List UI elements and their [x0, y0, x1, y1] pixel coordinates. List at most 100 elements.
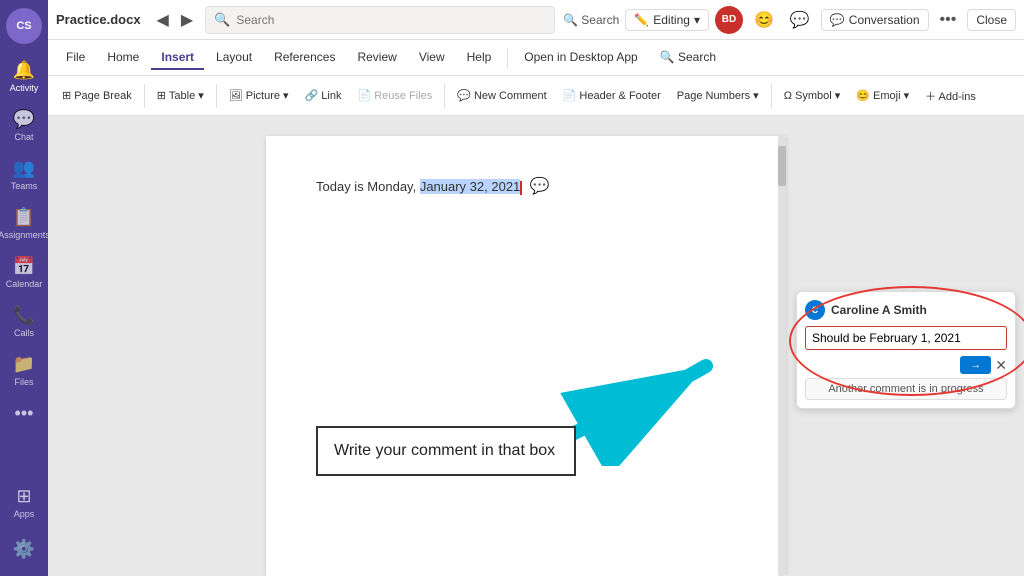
- reuse-files-button[interactable]: 📄 Reuse Files: [351, 85, 438, 106]
- search-input[interactable]: [236, 13, 546, 27]
- new-comment-button[interactable]: 💬 New Comment: [451, 85, 552, 106]
- document-text: Today is Monday, January 32, 2021 💬: [316, 176, 736, 196]
- sidebar-bottom: ⊞ Apps ⚙️: [0, 478, 48, 576]
- tab-review-label: Review: [357, 50, 396, 64]
- sidebar-item-assignments[interactable]: 📋 Assignments: [0, 199, 48, 248]
- annotation-box: Write your comment in that box: [316, 426, 576, 476]
- chat-icon: 💬: [13, 109, 35, 130]
- tab-help-label: Help: [467, 50, 492, 64]
- comment-anchor-icon[interactable]: 💬: [530, 178, 550, 195]
- forward-button[interactable]: ▶: [177, 8, 197, 32]
- comment-actions: → ✕: [805, 356, 1007, 374]
- comment-user: C Caroline A Smith: [805, 300, 1007, 320]
- comment-progress-text: Another comment is in progress: [828, 383, 983, 395]
- sidebar: CS 🔔 Activity 💬 Chat 👥 Teams 📋 Assignmen…: [0, 0, 48, 576]
- topbar: Practice.docx ◀ ▶ 🔍 🔍 Search ✏️ Editing …: [48, 0, 1024, 40]
- tab-file[interactable]: File: [56, 46, 95, 70]
- editing-button[interactable]: ✏️ Editing ▾: [625, 9, 709, 31]
- sidebar-item-label: Chat: [14, 132, 33, 142]
- sidebar-item-teams[interactable]: 👥 Teams: [0, 150, 48, 199]
- header-footer-label: Header & Footer: [579, 90, 660, 102]
- sidebar-item-calendar[interactable]: 📅 Calendar: [0, 248, 48, 297]
- tab-review[interactable]: Review: [347, 46, 406, 70]
- tab-layout[interactable]: Layout: [206, 46, 262, 70]
- search-label[interactable]: 🔍 Search: [563, 13, 619, 27]
- sidebar-item-files[interactable]: 📁 Files: [0, 346, 48, 395]
- comment-input[interactable]: [805, 326, 1007, 350]
- avatar[interactable]: CS: [6, 8, 42, 44]
- symbol-button[interactable]: Ω Symbol ▾: [778, 85, 847, 106]
- conversation-label: Conversation: [849, 13, 920, 27]
- reactions-icon: 😊: [754, 12, 774, 29]
- nav-buttons: ◀ ▶: [153, 8, 198, 32]
- chevron-down-icon: ▾: [694, 13, 700, 27]
- tab-help[interactable]: Help: [457, 46, 502, 70]
- close-label: Close: [976, 13, 1007, 27]
- document-page: Today is Monday, January 32, 2021 💬 C Ca…: [266, 136, 786, 576]
- sidebar-item-apps[interactable]: ⊞ Apps: [0, 478, 48, 527]
- back-button[interactable]: ◀: [153, 8, 173, 32]
- document-title: Practice.docx: [56, 12, 141, 27]
- sidebar-item-label: Calls: [14, 328, 34, 338]
- link-button[interactable]: 🔗 Link: [299, 85, 348, 106]
- ribbon-toolbar: ⊞ Page Break ⊞ Table ▾ 🖼 Picture ▾ 🔗 Lin…: [48, 76, 1024, 116]
- more-icon: •••: [940, 11, 957, 28]
- sidebar-item-settings[interactable]: ⚙️: [0, 531, 48, 568]
- comment-send-button[interactable]: →: [960, 356, 991, 374]
- more-options-button[interactable]: •••: [935, 9, 962, 31]
- apps-icon: ⊞: [16, 486, 31, 507]
- picture-button[interactable]: 🖼 Picture ▾: [223, 85, 295, 106]
- page-break-button[interactable]: ⊞ Page Break: [56, 85, 138, 106]
- ribbon-tabs: File Home Insert Layout References Revie…: [48, 40, 1024, 76]
- conversation-icon: 💬: [830, 13, 845, 27]
- scrollbar-thumb[interactable]: [778, 146, 786, 186]
- tab-view-label: View: [419, 50, 445, 64]
- calendar-icon: 📅: [13, 256, 35, 277]
- tab-file-label: File: [66, 50, 85, 64]
- editing-icon: ✏️: [634, 13, 649, 27]
- conversation-button[interactable]: 💬 Conversation: [821, 9, 929, 31]
- picture-icon: 🖼: [229, 89, 243, 102]
- tab-home[interactable]: Home: [97, 46, 149, 70]
- assignments-icon: 📋: [13, 207, 35, 228]
- tab-view[interactable]: View: [409, 46, 455, 70]
- close-button[interactable]: Close: [967, 9, 1016, 31]
- activity-icon: 🔔: [13, 60, 35, 81]
- tab-insert[interactable]: Insert: [151, 46, 204, 70]
- search-bar[interactable]: 🔍: [205, 6, 555, 34]
- toolbar-sep-1: [144, 84, 145, 108]
- sidebar-item-label: Assignments: [0, 230, 50, 240]
- page-numbers-button[interactable]: Page Numbers ▾: [671, 85, 765, 106]
- cancel-icon: ✕: [995, 357, 1007, 373]
- link-icon: 🔗: [305, 89, 319, 102]
- reactions-button[interactable]: 😊: [749, 8, 779, 32]
- add-ins-label: ＋ Add-ins: [925, 88, 976, 104]
- scrollbar-track[interactable]: [778, 136, 786, 576]
- emoji-button[interactable]: 😊 Emoji ▾: [850, 85, 915, 106]
- sidebar-item-calls[interactable]: 📞 Calls: [0, 297, 48, 346]
- editing-label: Editing: [653, 13, 690, 27]
- tab-references[interactable]: References: [264, 46, 345, 70]
- search-icon: 🔍: [214, 12, 230, 28]
- table-button[interactable]: ⊞ Table ▾: [151, 85, 210, 106]
- user-avatar-button[interactable]: BD: [715, 6, 743, 34]
- document-area: Today is Monday, January 32, 2021 💬 C Ca…: [48, 116, 1024, 576]
- sidebar-item-label: Apps: [14, 509, 35, 519]
- sidebar-item-activity[interactable]: 🔔 Activity: [0, 52, 48, 101]
- add-ins-button[interactable]: ＋ Add-ins: [919, 84, 982, 108]
- topbar-right: 🔍 Search ✏️ Editing ▾ BD 😊 💬 💬 Conversat…: [563, 6, 1016, 34]
- sidebar-item-chat[interactable]: 💬 Chat: [0, 101, 48, 150]
- picture-label: Picture ▾: [246, 89, 289, 102]
- comment-user-avatar: C: [805, 300, 825, 320]
- comments-button[interactable]: 💬: [785, 8, 815, 32]
- comment-cancel-button[interactable]: ✕: [995, 357, 1007, 374]
- header-footer-button[interactable]: 📄 Header & Footer: [557, 85, 667, 106]
- symbol-label: Ω Symbol ▾: [784, 89, 841, 102]
- link-label: Link: [321, 90, 341, 102]
- tab-insert-label: Insert: [161, 50, 194, 64]
- text-highlighted: January 32, 2021: [420, 179, 520, 194]
- tab-open-desktop[interactable]: Open in Desktop App: [514, 46, 647, 70]
- new-comment-icon: 💬: [457, 89, 471, 102]
- tab-search[interactable]: 🔍 Search: [650, 46, 726, 70]
- sidebar-item-more[interactable]: •••: [0, 395, 48, 432]
